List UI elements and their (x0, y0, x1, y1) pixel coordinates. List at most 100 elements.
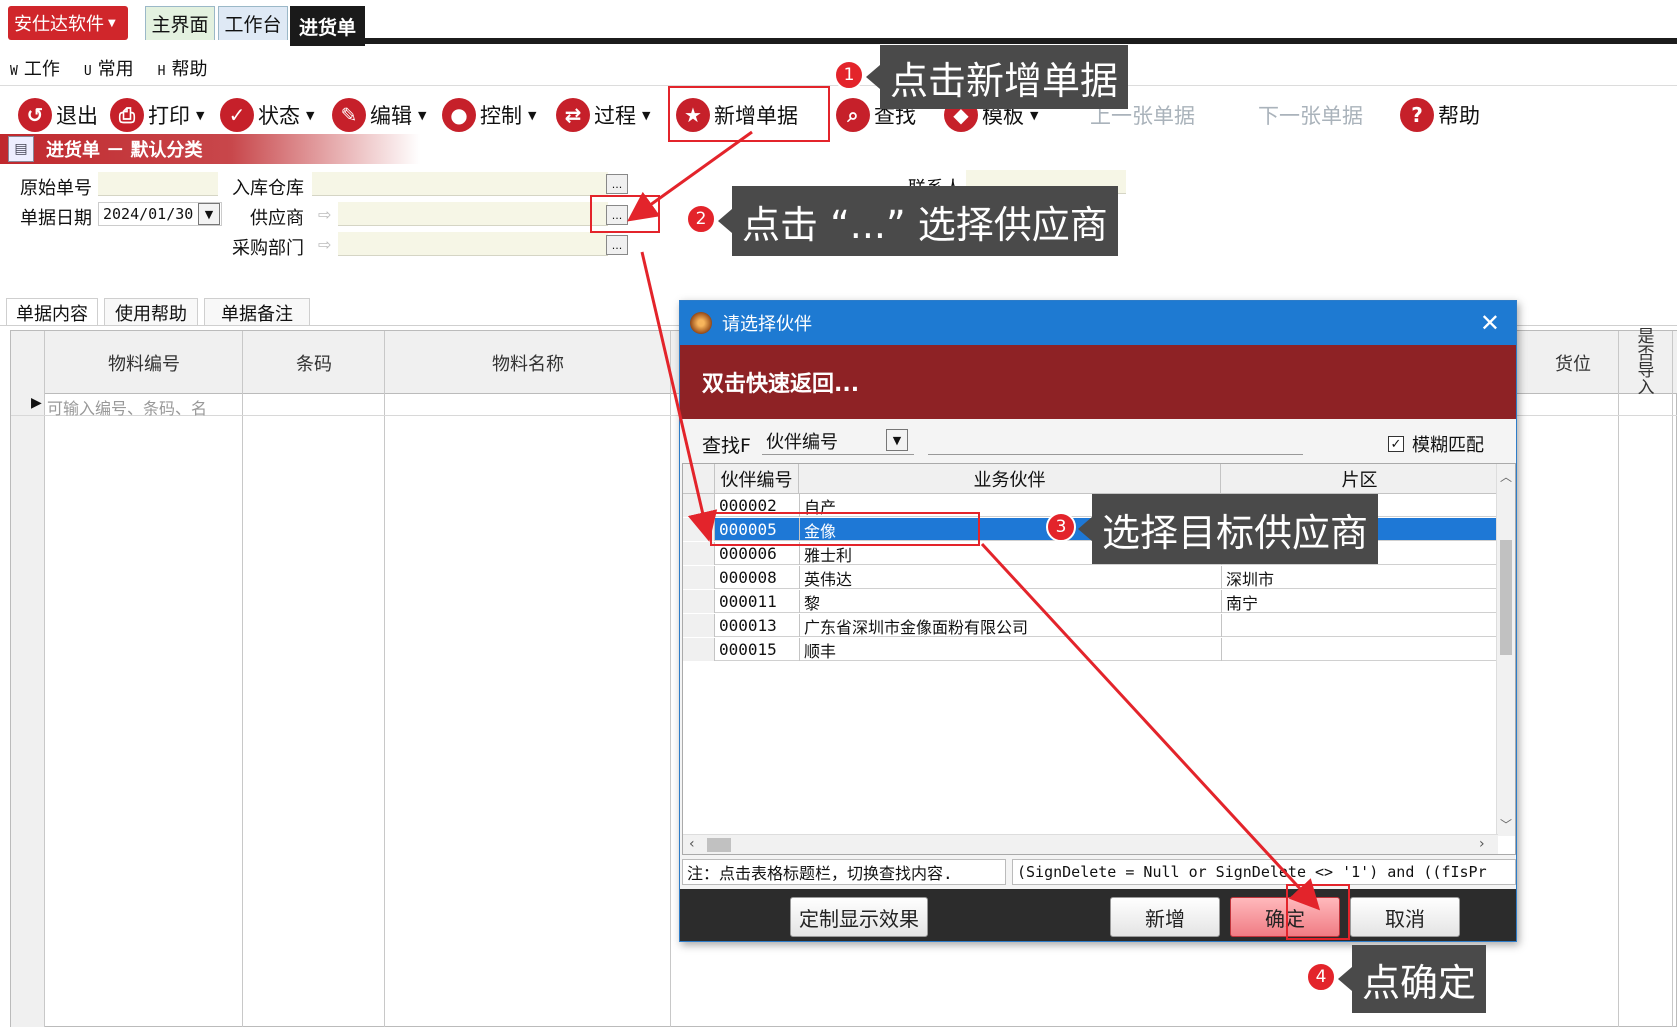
original-no-label: 原始单号 (20, 178, 92, 199)
col-header-partner-name[interactable]: 业务伙伴 (799, 464, 1221, 494)
step-badge-4: 4 (1306, 962, 1336, 992)
status-filter: (SignDelete = Null or SignDelete <> '1')… (1012, 859, 1516, 885)
menu-work[interactable]: W 工作 (10, 55, 60, 81)
customize-display-button[interactable]: 定制显示效果 (790, 897, 928, 937)
table-row[interactable]: 000011 黎南宁 (683, 590, 1498, 613)
table-row[interactable]: 000008 英伟达 深圳市 (683, 566, 1498, 589)
cell-partner-name: 广东省深圳市金像面粉有限公司 (799, 614, 1221, 637)
col-header-area[interactable]: 片区 (1221, 464, 1498, 494)
scrollbar-thumb[interactable] (1500, 540, 1512, 655)
step-badge-1: 1 (834, 60, 864, 90)
warehouse-input[interactable] (312, 172, 608, 196)
cell-partner-code: 000008 (719, 568, 777, 587)
tab-workbench[interactable]: 工作台 (218, 6, 288, 40)
next-document-button[interactable]: 下一张单据 (1258, 94, 1363, 136)
top-tab-bar: 安仕达软件 ▼ 主界面 工作台 进货单 (0, 0, 1677, 46)
col-header-imported[interactable]: 是否导入 (1619, 328, 1673, 396)
form-title: 进货单 － 默认分类 (46, 140, 203, 161)
highlight-target-supplier (710, 512, 980, 546)
step-badge-2: 2 (686, 204, 716, 234)
cell-partner-name: 黎 (799, 590, 1221, 613)
grid-column (385, 331, 671, 1027)
dept-label: 采购部门 (232, 238, 304, 259)
edit-button[interactable]: ✎ 编辑 ▼ (332, 94, 426, 136)
highlight-new-document (668, 86, 830, 142)
col-header-partner-code[interactable]: 伙伴编号 (715, 464, 799, 494)
warehouse-browse-button[interactable]: ... (606, 174, 628, 194)
search-input[interactable] (928, 427, 1303, 455)
exit-button[interactable]: ↺ 退出 (18, 94, 98, 136)
process-button[interactable]: ⇄ 过程 ▼ (556, 94, 650, 136)
original-no-input[interactable] (98, 172, 218, 196)
menu-common[interactable]: U 常用 (84, 55, 134, 81)
grid-input-hint: 可输入编号、条码、名 (47, 399, 208, 418)
check-icon: ✓ (220, 98, 254, 132)
exit-icon: ↺ (18, 98, 52, 132)
callout-step3: 选择目标供应商 (1077, 494, 1379, 564)
chevron-down-icon: ▼ (108, 17, 116, 29)
dept-input[interactable] (338, 232, 608, 256)
col-header-location[interactable]: 货位 (1527, 331, 1619, 394)
help-icon: ? (1400, 98, 1434, 132)
grid-column (1527, 331, 1619, 1027)
horizontal-scrollbar[interactable]: ‹ › (683, 834, 1498, 854)
table-row[interactable]: 000015 顺丰 (683, 638, 1498, 661)
col-header-material-name[interactable]: 物料名称 (385, 331, 671, 394)
col-header-barcode[interactable]: 条码 (243, 331, 385, 394)
vertical-scrollbar[interactable]: ︿ ﹀ (1496, 464, 1515, 836)
row-indicator (683, 614, 715, 637)
print-button[interactable]: ⎙ 打印 ▼ (110, 94, 204, 136)
tab-bar-divider (360, 38, 1677, 44)
chevron-up-icon[interactable]: ︿ (1500, 468, 1512, 485)
tab-usage-help[interactable]: 使用帮助 (104, 298, 198, 326)
cell-area (1221, 614, 1498, 637)
callout-step2: 点击 “...” 选择供应商 (718, 186, 1118, 256)
grid-column (1619, 331, 1673, 1027)
chevron-down-icon: ▼ (642, 108, 651, 122)
cancel-button[interactable]: 取消 (1350, 897, 1460, 937)
row-indicator (683, 590, 715, 613)
menu-help[interactable]: H 帮助 (158, 55, 208, 81)
help-button[interactable]: ? 帮助 (1400, 94, 1480, 136)
chevron-down-icon: ▼ (306, 108, 315, 122)
tab-document-notes[interactable]: 单据备注 (204, 298, 310, 326)
control-button[interactable]: ● 控制 ▼ (442, 94, 536, 136)
pencil-icon: ✎ (332, 98, 366, 132)
col-header-material-code[interactable]: 物料编号 (45, 331, 243, 394)
fuzzy-match-checkbox[interactable]: ✓ 模糊匹配 (1388, 431, 1484, 457)
user-icon: ● (442, 98, 476, 132)
scrollbar-thumb[interactable] (707, 838, 731, 852)
row-pointer-icon: ▶ (31, 395, 42, 411)
brand-menu-button[interactable]: 安仕达软件 ▼ (8, 6, 128, 40)
tab-main[interactable]: 主界面 (145, 6, 215, 40)
chevron-down-icon[interactable]: ▼ (886, 429, 908, 451)
supplier-input[interactable] (338, 202, 608, 226)
row-indicator (683, 566, 715, 589)
form-title-bar: ▤ 进货单 － 默认分类 (0, 134, 420, 164)
list-corner (683, 464, 715, 494)
status-button[interactable]: ✓ 状态 ▼ (220, 94, 314, 136)
dept-browse-button[interactable]: ... (606, 235, 628, 255)
search-field-select[interactable]: 伙伴编号 ▼ (762, 427, 914, 455)
select-partner-dialog: 请选择伙伴 ✕ 双击快速返回... 查找F 伙伴编号 ▼ ✓ 模糊匹配 伙伴编号… (679, 300, 1517, 942)
date-dropdown-button[interactable]: ▼ (198, 203, 220, 225)
grid-column (45, 331, 243, 1027)
chevron-right-icon[interactable]: › (1479, 836, 1485, 852)
chevron-down-icon[interactable]: ﹀ (1500, 816, 1512, 833)
status-note: 注：点击表格标题栏，切换查找内容. (682, 859, 1006, 885)
toolbar: ↺ 退出 ⎙ 打印 ▼ ✓ 状态 ▼ ✎ 编辑 ▼ ● 控制 ▼ ⇄ 过程 ▼ ★ 新增单据 ⌕ 查找 ◆… (0, 90, 1677, 140)
new-partner-button[interactable]: 新增 (1110, 897, 1220, 937)
chevron-down-icon: ▼ (196, 108, 205, 122)
callout-step1: 点击新增单据 (865, 45, 1129, 109)
cell-partner-code: 000013 (719, 616, 777, 635)
cell-partner-code: 000011 (719, 592, 777, 611)
close-icon[interactable]: ✕ (1480, 309, 1500, 337)
date-label: 单据日期 (20, 208, 92, 229)
row-pointer-icon: ▶ (701, 520, 709, 534)
chevron-down-icon: ▼ (528, 108, 537, 122)
chevron-left-icon[interactable]: ‹ (689, 836, 695, 852)
tab-purchase-order[interactable]: 进货单 (290, 6, 365, 46)
table-row[interactable]: 000013 广东省深圳市金像面粉有限公司 (683, 614, 1498, 637)
tab-document-content[interactable]: 单据内容 (6, 298, 98, 326)
warehouse-label: 入库仓库 (232, 178, 304, 199)
